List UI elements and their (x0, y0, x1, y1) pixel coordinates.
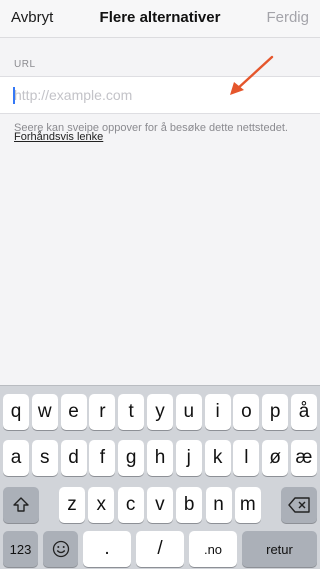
backspace-icon (288, 497, 310, 513)
key-y[interactable]: y (147, 394, 173, 430)
key-g[interactable]: g (118, 440, 145, 476)
key-e[interactable]: e (60, 394, 87, 430)
key-h[interactable]: h (147, 440, 173, 476)
key-t[interactable]: t (118, 394, 145, 430)
backspace-key[interactable] (281, 487, 317, 523)
key-v[interactable]: v (146, 487, 173, 523)
key-f[interactable]: f (89, 440, 116, 476)
key-r[interactable]: r (89, 394, 116, 430)
emoji-key[interactable] (43, 531, 78, 567)
key-k[interactable]: k (204, 440, 231, 476)
url-section-label: URL (14, 59, 36, 70)
key-w[interactable]: w (31, 394, 58, 430)
key-p[interactable]: p (262, 394, 289, 430)
annotation-arrow-icon (230, 55, 274, 95)
period-key[interactable]: . (83, 531, 131, 567)
key-m[interactable]: m (234, 487, 261, 523)
key-o[interactable]: o (233, 394, 260, 430)
shift-arrow-up-icon (13, 497, 29, 512)
emoji-smiley-icon (52, 540, 69, 558)
key-x[interactable]: x (88, 487, 115, 523)
key-i[interactable]: i (204, 394, 231, 430)
key-æ[interactable]: æ (291, 440, 317, 476)
slash-key[interactable]: / (136, 531, 184, 567)
key-s[interactable]: s (31, 440, 58, 476)
key-n[interactable]: n (205, 487, 232, 523)
key-a[interactable]: a (3, 440, 29, 476)
key-u[interactable]: u (175, 394, 202, 430)
key-ø[interactable]: ø (262, 440, 289, 476)
key-b[interactable]: b (176, 487, 203, 523)
keyboard: 123 . / .no retur qwertyuiopå asdfghjkløæ… (0, 385, 320, 569)
key-z[interactable]: z (59, 487, 85, 523)
key-d[interactable]: d (60, 440, 87, 476)
navigation-bar: Avbryt Flere alternativer Ferdig (0, 0, 320, 38)
numbers-key[interactable]: 123 (3, 531, 38, 567)
cancel-button[interactable]: Avbryt (11, 9, 53, 26)
key-å[interactable]: å (291, 394, 317, 430)
text-caret (13, 87, 15, 104)
tld-key[interactable]: .no (189, 531, 237, 567)
key-l[interactable]: l (233, 440, 260, 476)
preview-link[interactable]: Forhåndsvis lenke (14, 131, 103, 143)
shift-key[interactable] (3, 487, 39, 523)
return-key[interactable]: retur (242, 531, 317, 567)
key-c[interactable]: c (117, 487, 144, 523)
key-j[interactable]: j (175, 440, 202, 476)
done-button[interactable]: Ferdig (266, 9, 309, 26)
key-q[interactable]: q (3, 394, 29, 430)
more-options-screen: Avbryt Flere alternativer Ferdig URL See… (0, 0, 320, 569)
